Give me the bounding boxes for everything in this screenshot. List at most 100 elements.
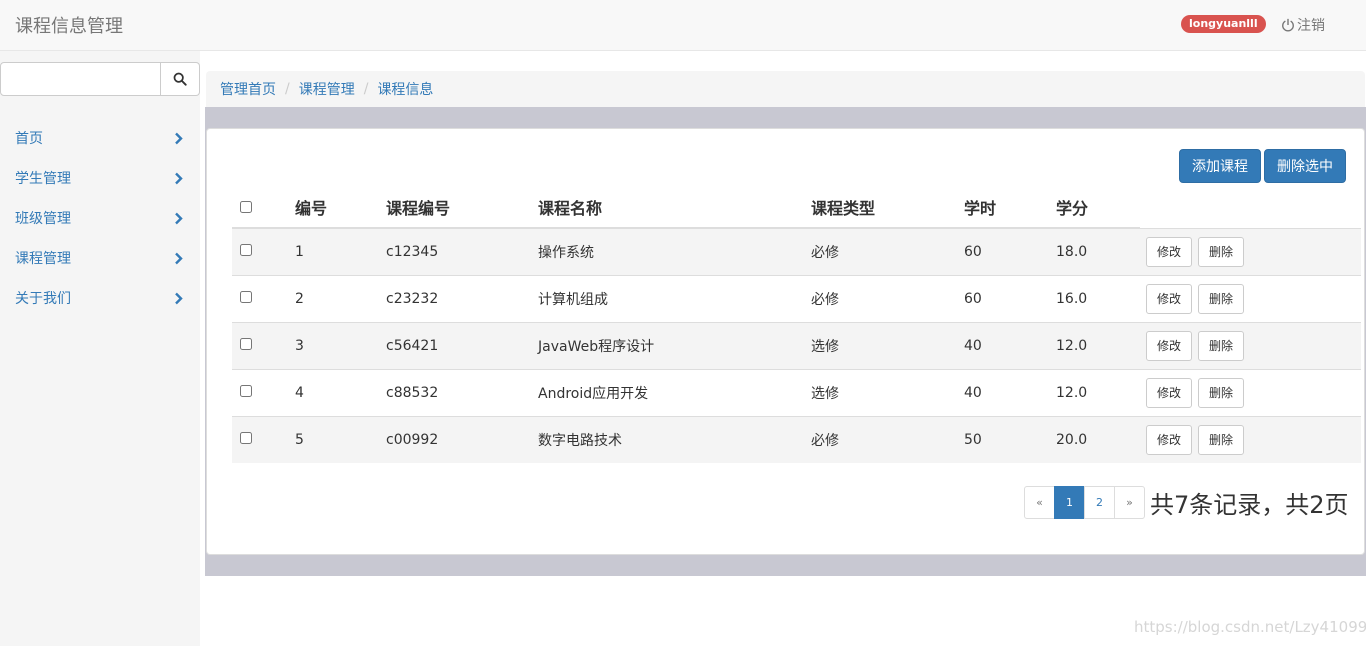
cell-id: 5 <box>295 415 386 463</box>
record-count-info: 共7条记录，共2页 <box>1150 491 1349 519</box>
app-title[interactable]: 课程信息管理 <box>15 12 123 38</box>
cell-actions: 修改 删除 <box>1140 321 1361 369</box>
edit-button[interactable]: 修改 <box>1146 283 1193 314</box>
cell-actions: 修改 删除 <box>1140 368 1361 416</box>
pagination: « 1 2 » 共7条记录，共2页 <box>1024 485 1349 520</box>
search-input[interactable] <box>0 62 161 96</box>
cell-credit: 18.0 <box>1056 227 1140 275</box>
table-row: 4 c88532 Android应用开发 选修 40 12.0 修改 删除 <box>232 368 1361 416</box>
top-navbar: 课程信息管理 longyuanlll 注销 <box>0 0 1366 51</box>
cell-credit: 12.0 <box>1056 368 1140 416</box>
breadcrumb-separator: / <box>363 81 369 97</box>
sidebar-item-label: 班级管理 <box>15 211 71 227</box>
header-course-name: 课程名称 <box>538 187 811 229</box>
search-button[interactable] <box>161 62 200 96</box>
select-all-checkbox[interactable] <box>240 200 252 213</box>
breadcrumb-home[interactable]: 管理首页 <box>220 79 276 99</box>
cell-course-name: Android应用开发 <box>538 368 811 416</box>
cell-course-type: 必修 <box>811 415 964 463</box>
cell-course-type: 必修 <box>811 274 964 322</box>
row-checkbox[interactable] <box>240 290 252 303</box>
delete-selected-button[interactable]: 删除选中 <box>1264 149 1346 183</box>
cell-course-name: JavaWeb程序设计 <box>538 321 811 369</box>
sidebar-item-label: 首页 <box>15 131 43 147</box>
sidebar-item-label: 学生管理 <box>15 171 71 187</box>
table-row: 2 c23232 计算机组成 必修 60 16.0 修改 删除 <box>232 274 1361 322</box>
row-checkbox[interactable] <box>240 431 252 444</box>
logout-label: 注销 <box>1297 18 1325 34</box>
cell-course-code: c23232 <box>386 274 538 322</box>
cell-hours: 50 <box>964 415 1056 463</box>
row-checkbox[interactable] <box>240 243 252 256</box>
cell-hours: 40 <box>964 321 1056 369</box>
course-table: 编号 课程编号 课程名称 课程类型 学时 学分 1 c12345 操作系统 必修… <box>232 187 1361 463</box>
breadcrumb: 管理首页 / 课程管理 / 课程信息 <box>206 71 1365 107</box>
cell-course-code: c00992 <box>386 415 538 463</box>
row-checkbox[interactable] <box>240 337 252 350</box>
delete-button[interactable]: 删除 <box>1198 283 1245 314</box>
sidebar: 首页 学生管理 班级管理 课程管理 关于我们 <box>0 51 200 646</box>
edit-button[interactable]: 修改 <box>1146 377 1193 408</box>
cell-id: 3 <box>295 321 386 369</box>
table-row: 1 c12345 操作系统 必修 60 18.0 修改 删除 <box>232 227 1361 275</box>
cell-id: 4 <box>295 368 386 416</box>
sidebar-item-label: 课程管理 <box>15 251 71 267</box>
header-credit: 学分 <box>1056 187 1140 229</box>
delete-button[interactable]: 删除 <box>1198 424 1245 455</box>
cell-course-code: c12345 <box>386 227 538 275</box>
cell-id: 2 <box>295 274 386 322</box>
cell-course-type: 选修 <box>811 321 964 369</box>
sidebar-item-students[interactable]: 学生管理 <box>0 158 200 198</box>
pagination-page-2[interactable]: 2 <box>1084 486 1115 519</box>
select-all-cell <box>232 187 295 229</box>
search-icon <box>173 72 187 86</box>
delete-button[interactable]: 删除 <box>1198 236 1245 267</box>
pagination-next[interactable]: » <box>1114 486 1145 519</box>
cell-credit: 20.0 <box>1056 415 1140 463</box>
cell-course-type: 选修 <box>811 368 964 416</box>
add-course-button[interactable]: 添加课程 <box>1179 149 1261 183</box>
edit-button[interactable]: 修改 <box>1146 424 1193 455</box>
chevron-right-icon <box>175 252 183 264</box>
breadcrumb-course-info[interactable]: 课程信息 <box>377 79 433 99</box>
delete-button[interactable]: 删除 <box>1198 377 1245 408</box>
course-panel: 添加课程 删除选中 编号 课程编号 课程名称 课程类型 学时 学分 1 c123… <box>206 128 1365 555</box>
cell-course-name: 计算机组成 <box>538 274 811 322</box>
chevron-right-icon <box>175 292 183 304</box>
table-header-row: 编号 课程编号 课程名称 课程类型 学时 学分 <box>232 187 1361 229</box>
sidebar-item-label: 关于我们 <box>15 291 71 307</box>
cell-hours: 60 <box>964 274 1056 322</box>
sidebar-item-classes[interactable]: 班级管理 <box>0 198 200 238</box>
header-actions <box>1140 187 1361 228</box>
cell-course-name: 数字电路技术 <box>538 415 811 463</box>
delete-button[interactable]: 删除 <box>1198 330 1245 361</box>
chevron-right-icon <box>175 132 183 144</box>
cell-id: 1 <box>295 227 386 275</box>
main-content: 管理首页 / 课程管理 / 课程信息 添加课程 删除选中 编号 课程编号 课程名… <box>200 51 1366 646</box>
header-course-code: 课程编号 <box>386 187 538 229</box>
cell-course-code: c88532 <box>386 368 538 416</box>
header-course-type: 课程类型 <box>811 187 964 229</box>
breadcrumb-course-management[interactable]: 课程管理 <box>299 79 355 99</box>
sidebar-search <box>0 62 200 96</box>
edit-button[interactable]: 修改 <box>1146 330 1193 361</box>
sidebar-menu: 首页 学生管理 班级管理 课程管理 关于我们 <box>0 118 200 318</box>
pagination-page-1[interactable]: 1 <box>1054 486 1085 519</box>
cell-course-type: 必修 <box>811 227 964 275</box>
cell-course-code: c56421 <box>386 321 538 369</box>
edit-button[interactable]: 修改 <box>1146 236 1193 267</box>
header-id: 编号 <box>295 187 386 229</box>
cell-credit: 16.0 <box>1056 274 1140 322</box>
row-checkbox[interactable] <box>240 384 252 397</box>
power-icon <box>1282 18 1294 32</box>
sidebar-item-home[interactable]: 首页 <box>0 118 200 158</box>
sidebar-item-courses[interactable]: 课程管理 <box>0 238 200 278</box>
table-row: 3 c56421 JavaWeb程序设计 选修 40 12.0 修改 删除 <box>232 321 1361 369</box>
logout-link[interactable]: 注销 <box>1281 15 1325 35</box>
cell-actions: 修改 删除 <box>1140 274 1361 322</box>
pagination-prev[interactable]: « <box>1024 486 1055 519</box>
sidebar-item-about[interactable]: 关于我们 <box>0 278 200 318</box>
cell-actions: 修改 删除 <box>1140 415 1361 463</box>
user-badge[interactable]: longyuanlll <box>1181 15 1266 33</box>
cell-hours: 60 <box>964 227 1056 275</box>
